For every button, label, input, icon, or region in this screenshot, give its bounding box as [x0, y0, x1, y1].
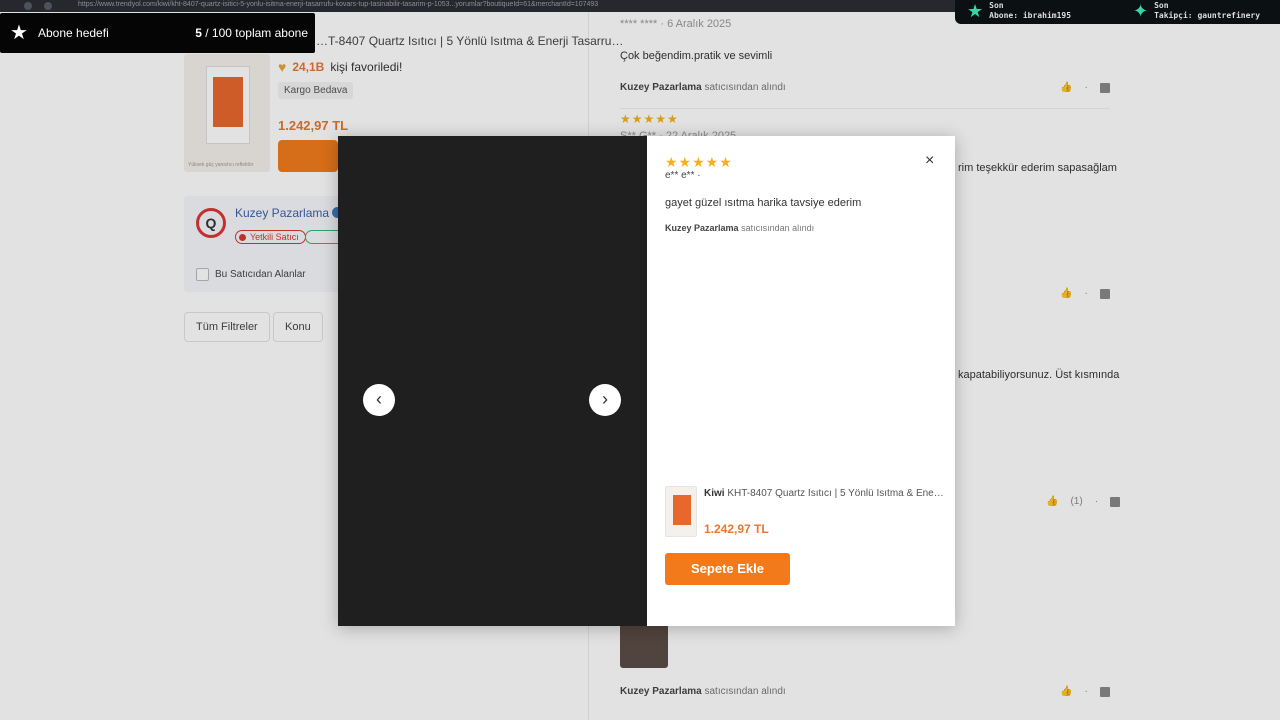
review-seller: Kuzey Pazarlama satıcısından alındı	[665, 223, 815, 233]
star-icon: ★	[967, 1, 984, 21]
stream-alerts-bar: ★ Son Abone: ibrahim195 ✦ Son Takipçi: gau…	[955, 0, 1280, 24]
star-icon: ★	[10, 22, 28, 44]
goal-label: Abone hedefi	[38, 26, 109, 40]
add-to-cart-button[interactable]: Sepete Ekle	[665, 553, 790, 585]
review-detail-panel: ★★★★★ e** e** · × gayet güzel ısıtma har…	[647, 136, 955, 626]
previous-media-button[interactable]: ‹	[363, 384, 395, 416]
goal-count: 5 / 100 toplam abone	[195, 26, 308, 40]
next-media-button[interactable]: ›	[589, 384, 621, 416]
subscriber-goal-widget: ★ Abone hedefi 5 / 100 toplam abone	[0, 13, 315, 53]
reviewer-name: e** e** ·	[665, 170, 701, 181]
review-media-modal: ‹ › ★★★★★ e** e** · × gayet güzel ısıtma…	[338, 136, 955, 626]
review-text: gayet güzel ısıtma harika tavsiye ederim	[665, 197, 862, 209]
stars-icon: ✦	[1133, 1, 1149, 21]
product-thumbnail[interactable]	[665, 486, 697, 537]
product-name[interactable]: Kiwi KHT-8407 Quartz Isıtıcı | 5 Yönlü I…	[704, 488, 944, 499]
last-follower: ✦ Son Takipçi: gauntrefinery	[1133, 1, 1261, 21]
product-price: 1.242,97 TL	[704, 522, 769, 536]
close-icon[interactable]: ×	[925, 152, 934, 170]
review-stars: ★★★★★	[665, 154, 733, 170]
review-media-viewer: ‹ ›	[338, 136, 647, 626]
last-subscriber: ★ Son Abone: ibrahim195	[967, 1, 1072, 21]
